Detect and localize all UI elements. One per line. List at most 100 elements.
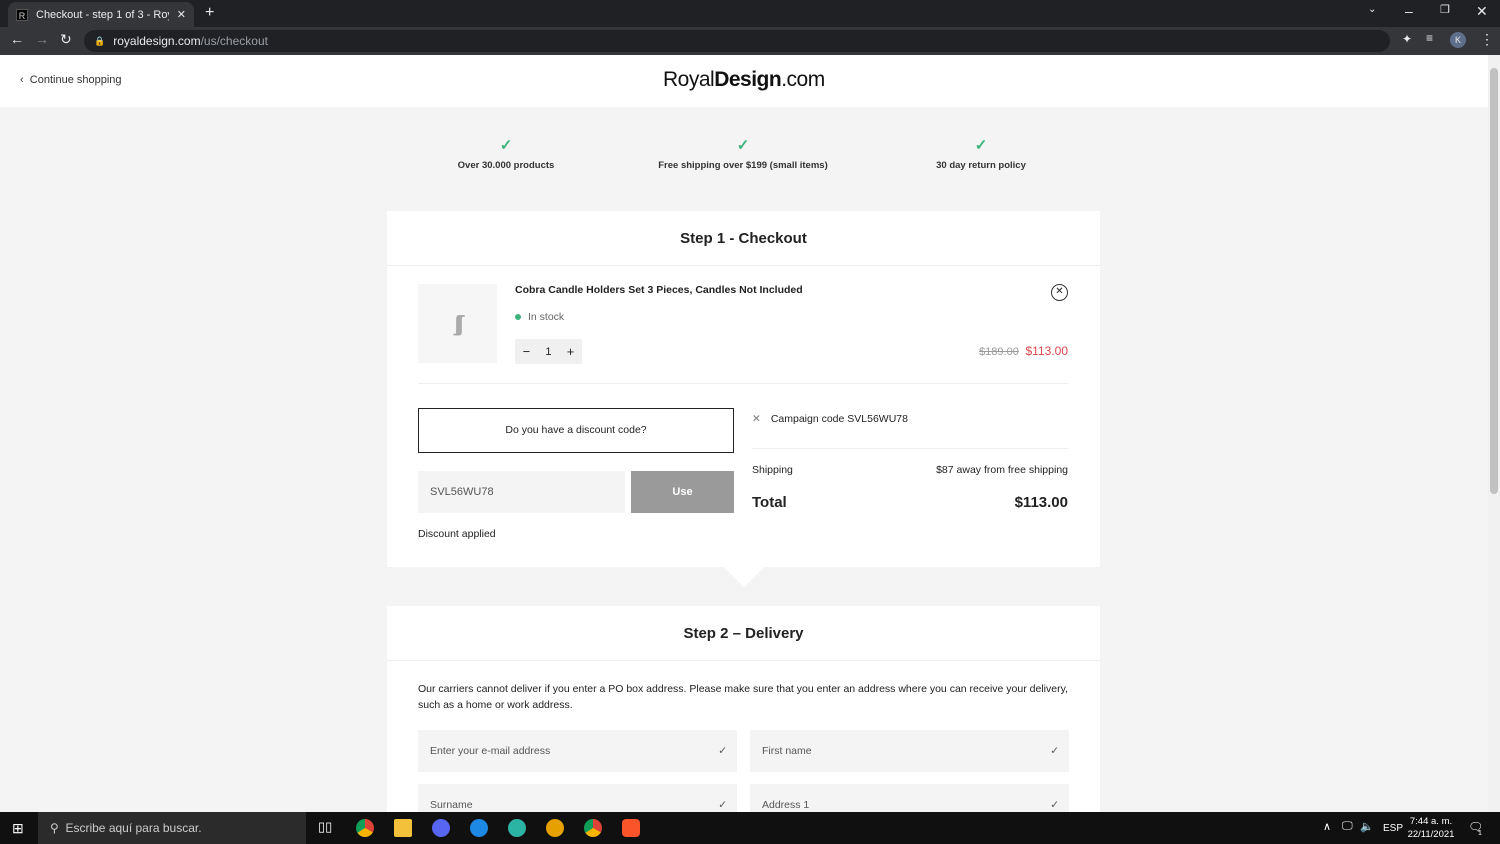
divider xyxy=(387,660,1100,661)
campaign-label: Campaign code SVL56WU78 xyxy=(770,413,908,425)
extensions-icon[interactable]: ✦ xyxy=(1402,32,1412,46)
step-1-title: Step 1 - Checkout xyxy=(680,230,807,247)
logo-part: Royal xyxy=(663,68,715,91)
chevron-left-icon: ‹ xyxy=(20,74,24,86)
usp-item: ✓ Over 30.000 products xyxy=(376,136,636,171)
menu-icon[interactable]: ⋮ xyxy=(1480,31,1494,48)
taskbar: ⊞ ⚲ Escribe aquí para buscar. ▯▯ xyxy=(0,812,1500,844)
total-label: Total xyxy=(752,494,787,511)
discord-icon[interactable] xyxy=(432,819,450,837)
close-tab-icon[interactable]: ✕ xyxy=(177,8,186,21)
taskbar-search-placeholder: Escribe aquí para buscar. xyxy=(65,821,202,835)
check-icon: ✓ xyxy=(499,137,513,154)
email-placeholder: Enter your e-mail address xyxy=(430,745,551,757)
divider xyxy=(387,265,1100,266)
usp-item: ✓ Free shipping over $199 (small items) xyxy=(613,136,873,171)
back-icon[interactable]: ← xyxy=(10,31,24,47)
shipping-value: $87 away from free shipping xyxy=(936,464,1068,476)
divider xyxy=(418,383,1068,384)
continue-shopping-link[interactable]: ‹ Continue shopping xyxy=(20,74,122,86)
discount-code-input[interactable]: SVL56WU78 xyxy=(418,471,625,513)
tray-chevron-icon[interactable]: ∧ xyxy=(1323,820,1331,833)
favicon-icon: R xyxy=(16,8,28,21)
clock[interactable]: 7:44 a. m. 22/11/2021 xyxy=(1403,815,1459,841)
minimize-button[interactable]: – xyxy=(1405,3,1413,19)
remove-item-button[interactable]: ✕ xyxy=(1051,284,1068,301)
usp-item: ✓ 30 day return policy xyxy=(851,136,1111,171)
brave-icon[interactable] xyxy=(622,819,640,837)
windows-start-icon[interactable]: ⊞ xyxy=(12,820,24,837)
stock-dot-icon xyxy=(515,314,521,320)
checkout-step-1: Step 1 - Checkout ʃʃʃ Cobra Candle Holde… xyxy=(387,211,1100,567)
first-name-placeholder: First name xyxy=(762,745,812,757)
product-name[interactable]: Cobra Candle Holders Set 3 Pieces, Candl… xyxy=(515,284,803,296)
volume-icon[interactable]: 🔈 xyxy=(1360,820,1374,833)
tab-search-icon[interactable]: ⌄ xyxy=(1368,4,1376,15)
check-icon: ✓ xyxy=(974,137,988,154)
app-icon[interactable] xyxy=(470,819,488,837)
clock-time: 7:44 a. m. xyxy=(1409,816,1453,827)
delivery-step-2: Step 2 – Delivery Our carriers cannot de… xyxy=(387,606,1100,826)
step-arrow xyxy=(724,567,764,587)
reload-icon[interactable]: ↻ xyxy=(60,31,72,48)
tab-title: Checkout - step 1 of 3 - RoyalDe xyxy=(36,8,169,21)
usp-label: 30 day return policy xyxy=(936,160,1026,171)
chrome-taskbar-icon[interactable] xyxy=(356,819,374,837)
logo-part: Design xyxy=(714,68,782,91)
check-icon: ✓ xyxy=(1050,745,1059,757)
check-icon: ✓ xyxy=(718,799,727,811)
divider xyxy=(752,448,1068,449)
discount-status: Discount applied xyxy=(418,528,496,540)
browser-tab[interactable]: R Checkout - step 1 of 3 - RoyalDe ✕ xyxy=(8,2,194,27)
clock-date: 22/11/2021 xyxy=(1407,829,1455,840)
lock-icon: 🔒 xyxy=(94,35,106,46)
remove-campaign-icon[interactable]: ✕ xyxy=(752,413,761,425)
usp-label: Over 30.000 products xyxy=(457,160,555,171)
taskbar-search[interactable]: ⚲ Escribe aquí para buscar. xyxy=(38,812,306,844)
qty-value[interactable]: 1 xyxy=(545,346,551,358)
new-tab-button[interactable]: + xyxy=(205,4,214,22)
profile-avatar[interactable]: K xyxy=(1450,32,1466,48)
product-image[interactable]: ʃʃʃ xyxy=(418,284,497,363)
decrease-qty-button[interactable]: − xyxy=(523,344,531,359)
address-placeholder: Address 1 xyxy=(762,799,810,811)
maximize-button[interactable]: ❐ xyxy=(1440,3,1450,16)
tab-strip: R Checkout - step 1 of 3 - RoyalDe ✕ + ⌄… xyxy=(0,0,1500,27)
notification-count: 1 xyxy=(1478,830,1482,837)
check-icon: ✓ xyxy=(736,137,750,154)
chrome-icon[interactable] xyxy=(584,819,602,837)
price: $189.00 $113.00 xyxy=(979,344,1068,358)
task-view-icon[interactable]: ▯▯ xyxy=(318,819,332,835)
discount-toggle-button[interactable]: Do you have a discount code? xyxy=(418,408,734,453)
file-explorer-icon[interactable] xyxy=(394,819,412,837)
logo-part: .com xyxy=(781,68,825,91)
stock-status: In stock xyxy=(515,311,564,323)
email-field[interactable]: Enter your e-mail address ✓ xyxy=(418,730,737,772)
url-host: royaldesign.com xyxy=(113,34,201,48)
network-icon[interactable]: 🖵 xyxy=(1342,820,1353,833)
address-bar[interactable]: 🔒 royaldesign.com/us/checkout xyxy=(84,30,1390,52)
forward-icon[interactable]: → xyxy=(35,31,49,47)
total-value: $113.00 xyxy=(1014,494,1068,511)
scrollbar-thumb[interactable] xyxy=(1490,68,1498,494)
close-window-button[interactable]: ✕ xyxy=(1476,3,1488,20)
continue-shopping-label: Continue shopping xyxy=(29,74,122,86)
logo[interactable]: RoyalDesign.com xyxy=(663,68,825,92)
use-discount-button[interactable]: Use xyxy=(631,471,734,513)
url-path: /us/checkout xyxy=(200,34,268,48)
check-icon: ✓ xyxy=(1050,799,1059,811)
app-icon[interactable] xyxy=(546,819,564,837)
increase-qty-button[interactable]: + xyxy=(567,344,575,359)
reading-list-icon[interactable]: ≡ xyxy=(1426,31,1433,45)
shipping-label: Shipping xyxy=(752,464,793,476)
step-2-title: Step 2 – Delivery xyxy=(683,625,804,642)
delivery-notice: Our carriers cannot deliver if you enter… xyxy=(418,683,1068,711)
site-header: ‹ Continue shopping RoyalDesign.com xyxy=(0,55,1488,107)
first-name-field[interactable]: First name ✓ xyxy=(750,730,1069,772)
sale-price: $113.00 xyxy=(1025,344,1069,358)
usp-label: Free shipping over $199 (small items) xyxy=(658,160,828,171)
campaign-code: ✕ Campaign code SVL56WU78 xyxy=(752,413,908,425)
stock-label: In stock xyxy=(528,311,565,323)
language-indicator[interactable]: ESP xyxy=(1383,823,1403,834)
edge-icon[interactable] xyxy=(508,819,526,837)
